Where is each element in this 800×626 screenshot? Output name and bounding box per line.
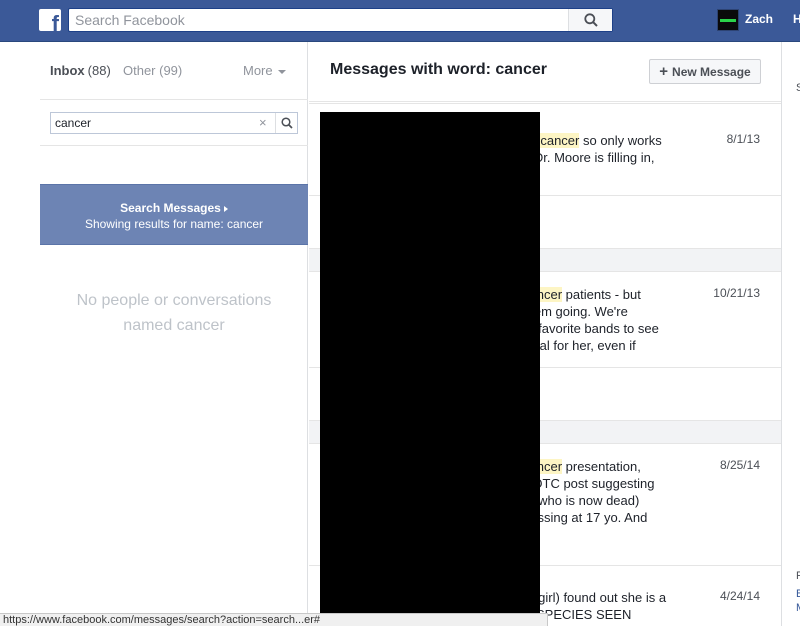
inbox-tabs-header: Inbox (88) Other (99) More [40,42,308,100]
message-search-input[interactable] [51,113,256,133]
avatar-stripe [720,19,736,22]
banner-subtitle: Showing results for name: cancer [84,217,264,231]
message-search-button[interactable] [275,113,297,133]
message-search-box: × [50,112,298,134]
empty-results-message: No people or conversations named cancer [76,292,272,334]
right-details-panel: S F B M [781,42,800,626]
more-label: More [243,63,273,78]
user-avatar[interactable] [717,9,739,31]
top-navigation-bar: f Zach H [0,0,800,42]
user-name-link[interactable]: Zach [745,12,773,26]
search-icon [583,13,598,27]
browser-status-bar: https://www.facebook.com/messages/search… [0,613,548,626]
message-date: 8/1/13 [726,132,760,146]
plus-icon: + [659,63,669,80]
clear-icon[interactable]: × [259,115,267,131]
message-snippet: as cancer so only works o Dr. Moore is f… [523,133,662,165]
facebook-logo-icon[interactable]: f [39,9,61,31]
global-search-input[interactable] [69,9,569,31]
main-header: Messages with word: cancer + New Message [309,42,781,102]
message-date: 4/24/14 [719,589,760,603]
chevron-down-icon [277,69,286,74]
search-icon [280,117,293,129]
tab-inbox[interactable]: Inbox (88) [50,63,111,78]
more-dropdown-button[interactable]: More [243,63,286,78]
chevron-right-icon [223,205,228,212]
right-panel-text: S [796,82,800,94]
divider [40,145,308,146]
redaction-block [320,112,540,626]
search-messages-banner[interactable]: Search Messages Showing results for name… [40,184,308,245]
message-date: 8/25/14 [719,458,760,472]
new-message-button[interactable]: + New Message [649,59,761,84]
message-snippet: cancer patients - but them going. We're … [523,287,659,353]
inbox-count: (88) [87,63,111,78]
page-title: Messages with word: cancer [330,61,547,78]
message-date: 10/21/13 [713,286,760,300]
tab-other[interactable]: Other (99) [123,63,182,78]
banner-title: Search Messages [40,201,308,215]
right-panel-text: F [796,570,800,582]
conversation-list-panel: Inbox(88) Other (99) More × Search Messa… [40,42,308,626]
divider [309,103,781,104]
message-snippet: cancer presentation, ROTC post suggestin… [523,459,655,525]
home-link[interactable]: H [793,12,800,26]
right-panel-link[interactable]: M [796,602,800,614]
global-search-button[interactable] [568,9,612,31]
right-panel-link[interactable]: B [796,588,800,600]
inbox-label: Inbox [50,63,85,78]
global-search-box [68,8,613,32]
